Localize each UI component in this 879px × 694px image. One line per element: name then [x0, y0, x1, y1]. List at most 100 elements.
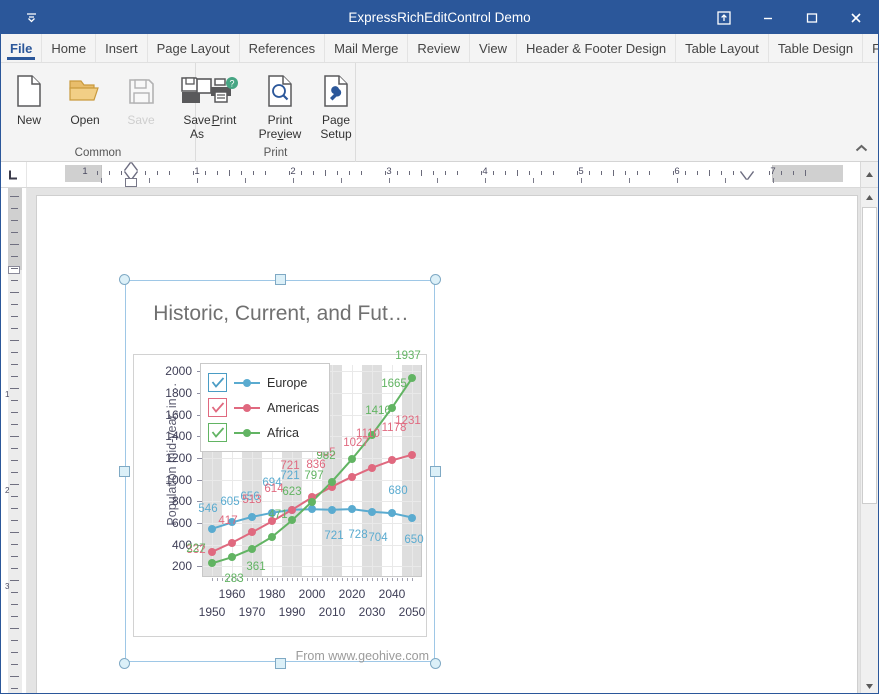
tab-format[interactable]: Format: [863, 34, 878, 62]
ruler-bottom-tick: [389, 178, 390, 183]
document-canvas[interactable]: Historic, Current, and Fut… Population m…: [27, 188, 860, 693]
chart-x-tick-label: 2020: [338, 587, 366, 601]
resize-handle-middle-left[interactable]: [119, 466, 130, 477]
vruler-tick: [11, 328, 18, 329]
quick-access-toolbar[interactable]: [1, 1, 61, 34]
maximize-button[interactable]: [790, 1, 834, 34]
vruler-tick: [11, 460, 18, 461]
chart-data-label: 283: [224, 573, 244, 586]
chart-object[interactable]: Historic, Current, and Fut… Population m…: [119, 274, 441, 669]
tab-stop-selector[interactable]: [1, 162, 27, 187]
ribbon-display-options-icon: [717, 10, 731, 25]
print-preview-button[interactable]: Print Preview: [252, 68, 308, 141]
chart-x-minor-tick: [252, 578, 253, 581]
ribbon-display-options-button[interactable]: [702, 1, 746, 34]
vruler-tick: [10, 532, 19, 533]
save-button[interactable]: Save: [113, 68, 169, 127]
tab-table-layout[interactable]: Table Layout: [676, 34, 769, 62]
chart-x-minor-tick: [267, 578, 268, 581]
legend-item-africa[interactable]: Africa: [208, 420, 319, 445]
ruler-tick: [97, 171, 98, 175]
scroll-up-button-top[interactable]: [860, 162, 878, 187]
chart-point-europe: [408, 513, 416, 522]
ribbon-tab-strip: File Home Insert Page Layout References …: [1, 34, 878, 63]
tab-home[interactable]: Home: [42, 34, 97, 62]
first-line-indent-marker[interactable]: [125, 163, 137, 171]
chart-legend[interactable]: Europe Americas Africa: [200, 363, 331, 452]
chart-data-label: 227: [186, 543, 206, 556]
tab-mail-merge[interactable]: Mail Merge: [325, 34, 409, 62]
tab-label: File: [10, 40, 33, 56]
chart-x-minor-tick: [307, 578, 308, 581]
chart-y-tick-label: 600: [171, 515, 192, 530]
horizontal-ruler[interactable]: 1 1 2 3 4 5 6 7: [27, 162, 860, 187]
resize-handle-top-center[interactable]: [275, 274, 286, 285]
tab-insert[interactable]: Insert: [96, 34, 148, 62]
vruler-tick: [11, 640, 18, 641]
collapse-ribbon-button[interactable]: [852, 139, 870, 157]
legend-item-americas[interactable]: Americas: [208, 395, 319, 420]
chart-point-americas: [288, 505, 296, 514]
vruler-tick: [10, 196, 19, 197]
open-button[interactable]: Open: [57, 68, 113, 127]
tab-review[interactable]: Review: [408, 34, 471, 62]
chart-x-minor-tick: [367, 578, 368, 581]
ruler-bottom-tick: [581, 178, 582, 183]
vruler-tick: [10, 484, 19, 485]
chart-point-europe: [308, 505, 316, 514]
minimize-button[interactable]: [746, 1, 790, 34]
legend-checkbox-africa[interactable]: [208, 423, 227, 442]
tab-header-footer-design[interactable]: Header & Footer Design: [517, 34, 677, 62]
ruler-bottom-tick: [245, 178, 246, 183]
ribbon-group-common: New Open Save Save As Common: [1, 63, 212, 162]
chart-point-africa: [308, 497, 316, 506]
vertical-scrollbar[interactable]: [860, 188, 878, 693]
document-page[interactable]: Historic, Current, and Fut… Population m…: [37, 196, 857, 693]
tab-view[interactable]: View: [470, 34, 517, 62]
scrollbar-thumb[interactable]: [862, 207, 877, 504]
legend-label-americas: Americas: [267, 400, 320, 415]
new-button[interactable]: New: [1, 68, 57, 127]
chart-x-tick-label: 1950: [198, 605, 226, 619]
print-button[interactable]: ? Print: [196, 68, 252, 127]
left-tab-stop-icon: [9, 170, 17, 180]
tab-label: Review: [417, 40, 461, 56]
tab-file[interactable]: File: [1, 34, 43, 62]
close-button[interactable]: [834, 1, 878, 34]
resize-handle-bottom-center[interactable]: [275, 658, 286, 669]
legend-item-europe[interactable]: Europe: [208, 370, 319, 395]
legend-checkbox-americas[interactable]: [208, 398, 227, 417]
resize-handle-top-right[interactable]: [430, 274, 441, 285]
chart-data-label: 471: [268, 508, 288, 521]
scroll-down-button[interactable]: [861, 677, 878, 693]
save-button-label: Save: [127, 113, 155, 127]
scroll-up-button[interactable]: [861, 188, 878, 206]
tab-page-layout[interactable]: Page Layout: [148, 34, 240, 62]
legend-checkbox-europe[interactable]: [208, 373, 227, 392]
chart-plot-container[interactable]: Population mid-year, in … 200 400 600 800 10…: [133, 350, 427, 637]
tab-table-design[interactable]: Table Design: [769, 34, 864, 62]
page-setup-button[interactable]: Page Setup: [308, 68, 364, 141]
chart-point-africa: [268, 532, 276, 541]
vruler-tick: [11, 280, 18, 281]
ruler-tick: [793, 171, 794, 175]
chart-x-minor-tick: [322, 578, 323, 581]
ruler-tick: [301, 171, 302, 175]
resize-handle-bottom-left[interactable]: [119, 658, 130, 669]
chart-x-tick-label: 2050: [398, 605, 426, 619]
resize-handle-bottom-right[interactable]: [430, 658, 441, 669]
chart-x-minor-tick: [302, 578, 303, 581]
left-indent-marker[interactable]: [125, 178, 137, 187]
vruler-tick: [11, 592, 18, 593]
resize-handle-middle-right[interactable]: [430, 466, 441, 477]
chart-x-minor-tick: [352, 578, 353, 581]
tab-references[interactable]: References: [240, 34, 326, 62]
chart-data-label: 797: [304, 469, 324, 482]
vertical-ruler[interactable]: 1 2 3: [1, 188, 27, 693]
right-indent-marker[interactable]: [741, 171, 753, 179]
resize-handle-top-left[interactable]: [119, 274, 130, 285]
ruler-bottom-tick: [485, 178, 486, 183]
vruler-tick: [11, 568, 18, 569]
checkmark-icon: [211, 426, 224, 438]
chart-y-tick-label: 1800: [165, 386, 192, 401]
